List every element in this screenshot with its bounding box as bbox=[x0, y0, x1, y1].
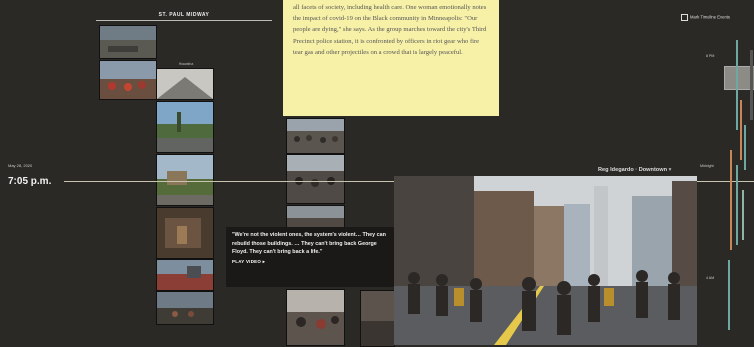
play-video-link[interactable]: PLAY VIDEO ▸ bbox=[232, 258, 388, 267]
mini-timeline-bar bbox=[736, 40, 738, 130]
video-thumbnail[interactable] bbox=[286, 118, 345, 154]
video-thumbnail[interactable] bbox=[286, 289, 345, 346]
event-description-note: all facets of society, including health … bbox=[283, 0, 499, 116]
quote-text: "We're not the violent ones, the system'… bbox=[232, 232, 386, 256]
scrollbar[interactable] bbox=[750, 50, 753, 120]
video-thumbnail[interactable] bbox=[99, 60, 157, 100]
column-header: ST. PAUL MIDWAY bbox=[96, 12, 272, 21]
mini-timeline-bar bbox=[728, 260, 730, 330]
checkbox-icon[interactable] bbox=[681, 14, 688, 21]
video-thumbnail[interactable] bbox=[156, 68, 214, 100]
video-header[interactable]: Reg Idegardo · Downtown ▾ bbox=[598, 167, 671, 173]
mark-events-label: Mark Timeline Events bbox=[690, 14, 731, 20]
video-thumbnail[interactable] bbox=[99, 25, 157, 59]
video-thumbnail[interactable] bbox=[156, 207, 214, 259]
video-thumbnail[interactable] bbox=[156, 259, 214, 291]
mini-timeline-bar bbox=[736, 165, 738, 245]
mini-timeline-label: 8 PM bbox=[706, 54, 715, 58]
mini-timeline-bar bbox=[740, 100, 742, 160]
mini-timeline-label: Midnight bbox=[700, 164, 714, 168]
quote-card[interactable]: "We're not the violent ones, the system'… bbox=[226, 227, 394, 287]
video-frame bbox=[394, 176, 697, 345]
mini-timeline-bar bbox=[730, 150, 732, 250]
video-title: Reg Idegardo · Downtown bbox=[598, 167, 667, 173]
mini-timeline-bar bbox=[742, 190, 744, 240]
mark-events-toggle[interactable]: Mark Timeline Events bbox=[681, 14, 730, 21]
mini-timeline-label: 4 AM bbox=[706, 276, 715, 280]
video-thumbnail[interactable] bbox=[286, 154, 345, 204]
mini-timeline-bar bbox=[744, 125, 746, 170]
video-thumbnail[interactable] bbox=[156, 101, 214, 153]
video-thumbnail[interactable] bbox=[156, 291, 214, 325]
video-thumbnail[interactable] bbox=[156, 154, 214, 206]
timeline-time: 7:05 p.m. bbox=[8, 176, 52, 187]
main-video-player[interactable] bbox=[394, 176, 697, 345]
column-subcaption: Hiawatha bbox=[178, 62, 194, 66]
timeline-date: May 28, 2020 bbox=[8, 163, 33, 168]
video-thumbnail[interactable] bbox=[360, 290, 395, 347]
chevron-down-icon[interactable]: ▾ bbox=[669, 167, 672, 173]
